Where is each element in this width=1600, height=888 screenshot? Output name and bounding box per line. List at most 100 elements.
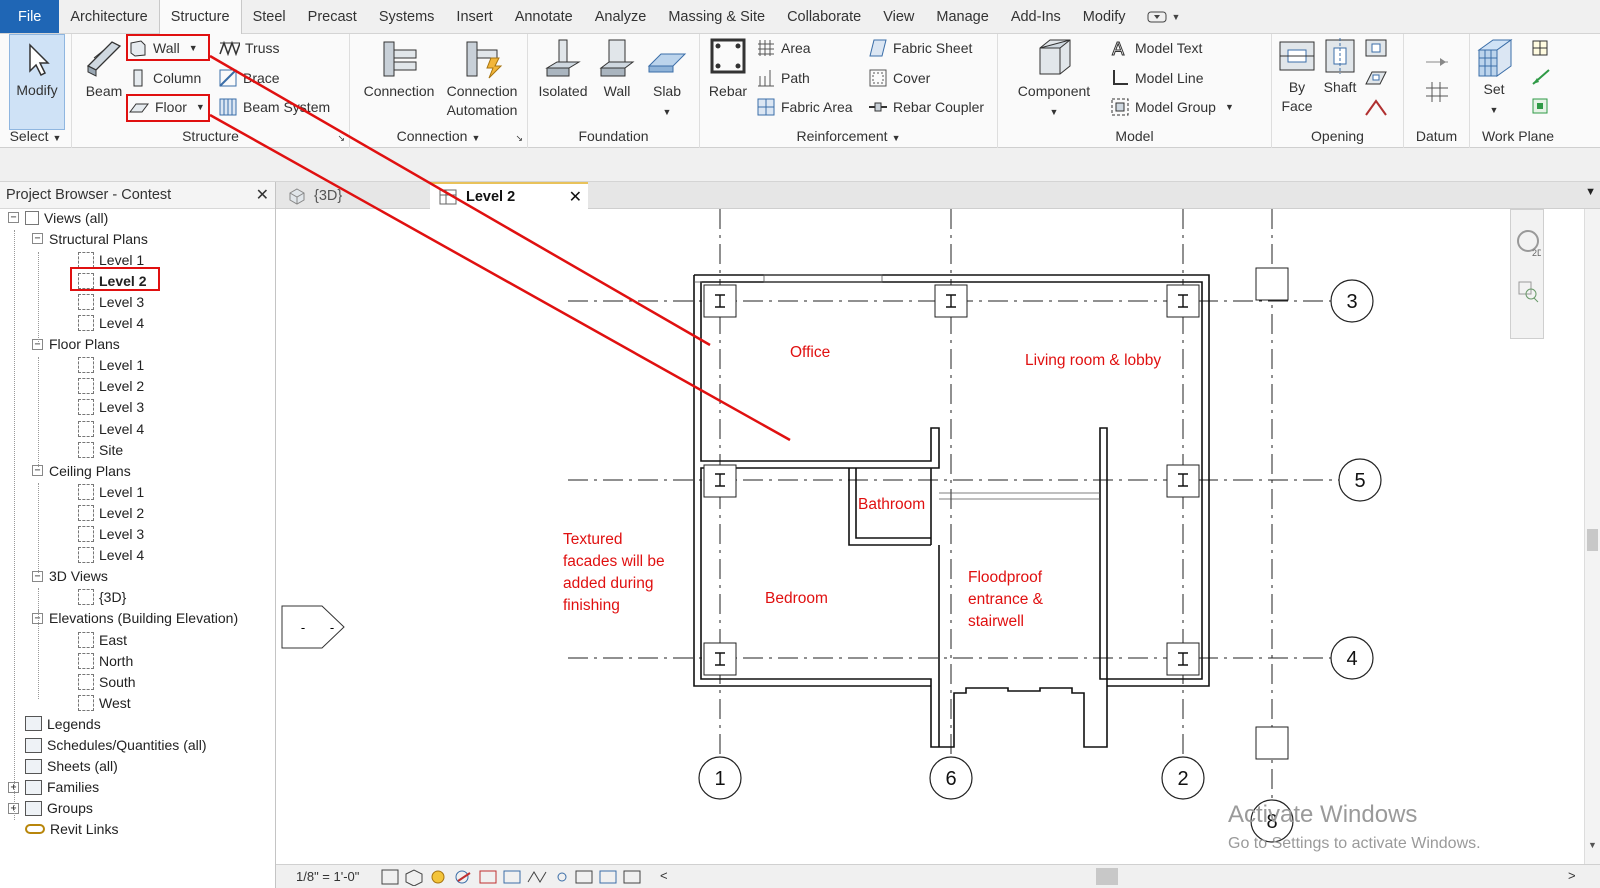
brace-button[interactable]: Brace [218, 66, 280, 90]
browser-item[interactable]: − Views (all) [8, 207, 108, 228]
browser-item[interactable]: Level 4 [78, 545, 144, 566]
browser-item[interactable]: {3D} [78, 587, 126, 608]
browser-item[interactable]: Revit Links [8, 819, 118, 840]
browser-item[interactable]: Level 1 [78, 481, 144, 502]
tab-modify[interactable]: Modify [1072, 0, 1137, 33]
dormer-opening-icon[interactable] [1364, 97, 1388, 117]
tab-massing-site[interactable]: Massing & Site [657, 0, 776, 33]
shaft-button[interactable]: Shaft [1320, 36, 1360, 97]
tab-analyze[interactable]: Analyze [584, 0, 658, 33]
browser-item[interactable]: Level 1 [78, 355, 144, 376]
model-line-button[interactable]: Model Line [1110, 66, 1204, 90]
close-tab-icon[interactable]: ✕ [569, 187, 582, 207]
tab-insert[interactable]: Insert [445, 0, 503, 33]
browser-item[interactable]: Schedules/Quantities (all) [8, 735, 207, 756]
model-group-button[interactable]: Model Group ▼ [1110, 95, 1234, 119]
level-icon[interactable] [1424, 52, 1450, 72]
tab-3d-view[interactable]: {3D} [280, 182, 350, 209]
rebar-button[interactable]: Rebar [704, 36, 752, 101]
browser-item[interactable]: Level 2 [78, 502, 144, 523]
browser-item[interactable]: Level 4 [78, 313, 144, 334]
browser-item[interactable]: −3D Views [32, 566, 108, 587]
tab-precast[interactable]: Precast [297, 0, 368, 33]
beam-system-button[interactable]: Beam System [218, 95, 330, 119]
tab-add-ins[interactable]: Add-Ins [1000, 0, 1072, 33]
tab-manage[interactable]: Manage [925, 0, 999, 33]
grid-icon[interactable] [1424, 80, 1450, 104]
isolated-foundation-button[interactable]: Isolated [534, 36, 592, 101]
component-button[interactable]: Component ▼ [1006, 36, 1102, 122]
modify-button[interactable]: Modify [9, 34, 65, 130]
browser-item[interactable]: Level 4 [78, 418, 144, 439]
browser-item[interactable]: Level 2 [78, 376, 144, 397]
connection-automation-button[interactable]: Connection Automation [440, 36, 524, 120]
browser-item[interactable]: Sheets (all) [8, 756, 118, 777]
tab-overflow-icon[interactable]: ▼ [1585, 186, 1596, 198]
browser-item[interactable]: South [78, 671, 136, 692]
browser-item[interactable]: West [78, 692, 131, 713]
scroll-left-arrow[interactable]: < [660, 868, 668, 883]
area-reinforcement-button[interactable]: Area [756, 36, 811, 60]
browser-item[interactable]: + Families [8, 777, 99, 798]
vertical-scrollbar[interactable]: ▼ [1584, 209, 1600, 864]
tab-structure[interactable]: Structure [158, 0, 242, 34]
browser-item[interactable]: North [78, 650, 133, 671]
close-icon[interactable]: ✕ [256, 185, 269, 205]
browser-item[interactable]: − Structural Plans [32, 228, 148, 249]
reinforcement-dropdown[interactable]: Reinforcement ▼ [700, 128, 997, 148]
browser-item[interactable]: Legends [8, 713, 101, 734]
browser-item[interactable]: − Floor Plans [32, 334, 120, 355]
scroll-thumb[interactable] [1587, 529, 1598, 551]
view-scale[interactable]: 1/8" = 1'-0" [296, 869, 359, 884]
tab-steel[interactable]: Steel [242, 0, 297, 33]
collapse-icon[interactable]: − [8, 212, 19, 223]
browser-item[interactable]: + Groups [8, 798, 93, 819]
datum-panel-title: Datum [1415, 128, 1458, 144]
collapse-icon[interactable]: − [32, 233, 43, 245]
tab-level-2[interactable]: Level 2 ✕ [430, 182, 588, 209]
browser-item[interactable]: Site [78, 439, 123, 460]
cover-button[interactable]: Cover [868, 66, 930, 90]
slab-foundation-button[interactable]: Slab ▼ [642, 36, 692, 122]
fabric-area-button[interactable]: Fabric Area [756, 95, 853, 119]
steering-wheel-icon[interactable]: 2D [1515, 228, 1541, 258]
fabric-sheet-button[interactable]: Fabric Sheet [868, 36, 972, 60]
beam-button[interactable]: Beam [78, 36, 130, 101]
horizontal-scroll-thumb[interactable] [1096, 868, 1118, 885]
by-face-opening-button[interactable]: By Face [1276, 36, 1318, 116]
ribbon-display-toggle[interactable]: ▼ [1137, 0, 1180, 33]
tab-annotate[interactable]: Annotate [504, 0, 584, 33]
drawing-canvas[interactable]: 3 5 4 1 6 2 8 - - Office Living room & l… [276, 209, 1600, 864]
tab-systems[interactable]: Systems [368, 0, 446, 33]
wall-opening-icon[interactable] [1364, 38, 1388, 58]
browser-item[interactable]: − Ceiling Plans [32, 460, 131, 481]
rebar-coupler-button[interactable]: Rebar Coupler [868, 95, 984, 119]
browser-item[interactable]: Level 3 [78, 524, 144, 545]
tab-view[interactable]: View [872, 0, 925, 33]
ref-plane-icon[interactable] [1530, 67, 1552, 87]
column-button[interactable]: Column [128, 66, 201, 90]
link-icon [25, 824, 45, 835]
show-workplane-icon[interactable] [1530, 38, 1552, 58]
tab-collaborate[interactable]: Collaborate [776, 0, 872, 33]
tab-file[interactable]: File [0, 0, 60, 33]
browser-item[interactable]: Level 3 [78, 397, 144, 418]
browser-item[interactable]: − Elevations (Building Elevation) [32, 608, 238, 629]
select-dropdown[interactable]: Select ▼ [0, 128, 71, 148]
zoom-region-icon[interactable] [1517, 280, 1539, 304]
model-text-button[interactable]: A Model Text [1110, 36, 1203, 60]
connection-dropdown[interactable]: Connection ▼ ↘ [350, 128, 527, 148]
scroll-right-arrow[interactable]: > [1568, 868, 1576, 883]
set-workplane-button[interactable]: Set ▼ [1472, 36, 1516, 120]
vertical-opening-icon[interactable] [1364, 68, 1388, 88]
tab-architecture[interactable]: Architecture [59, 0, 158, 33]
viewer-icon[interactable] [1530, 96, 1552, 116]
browser-item[interactable]: Level 3 [78, 291, 144, 312]
wall-foundation-button[interactable]: Wall [592, 36, 642, 101]
connection-button[interactable]: Connection [358, 36, 440, 101]
path-reinforcement-button[interactable]: Path [756, 66, 810, 90]
view-controls-icons[interactable] [380, 868, 680, 886]
truss-button[interactable]: Truss [218, 36, 279, 60]
browser-item[interactable]: East [78, 629, 127, 650]
foundation-panel-title: Foundation [578, 128, 649, 144]
